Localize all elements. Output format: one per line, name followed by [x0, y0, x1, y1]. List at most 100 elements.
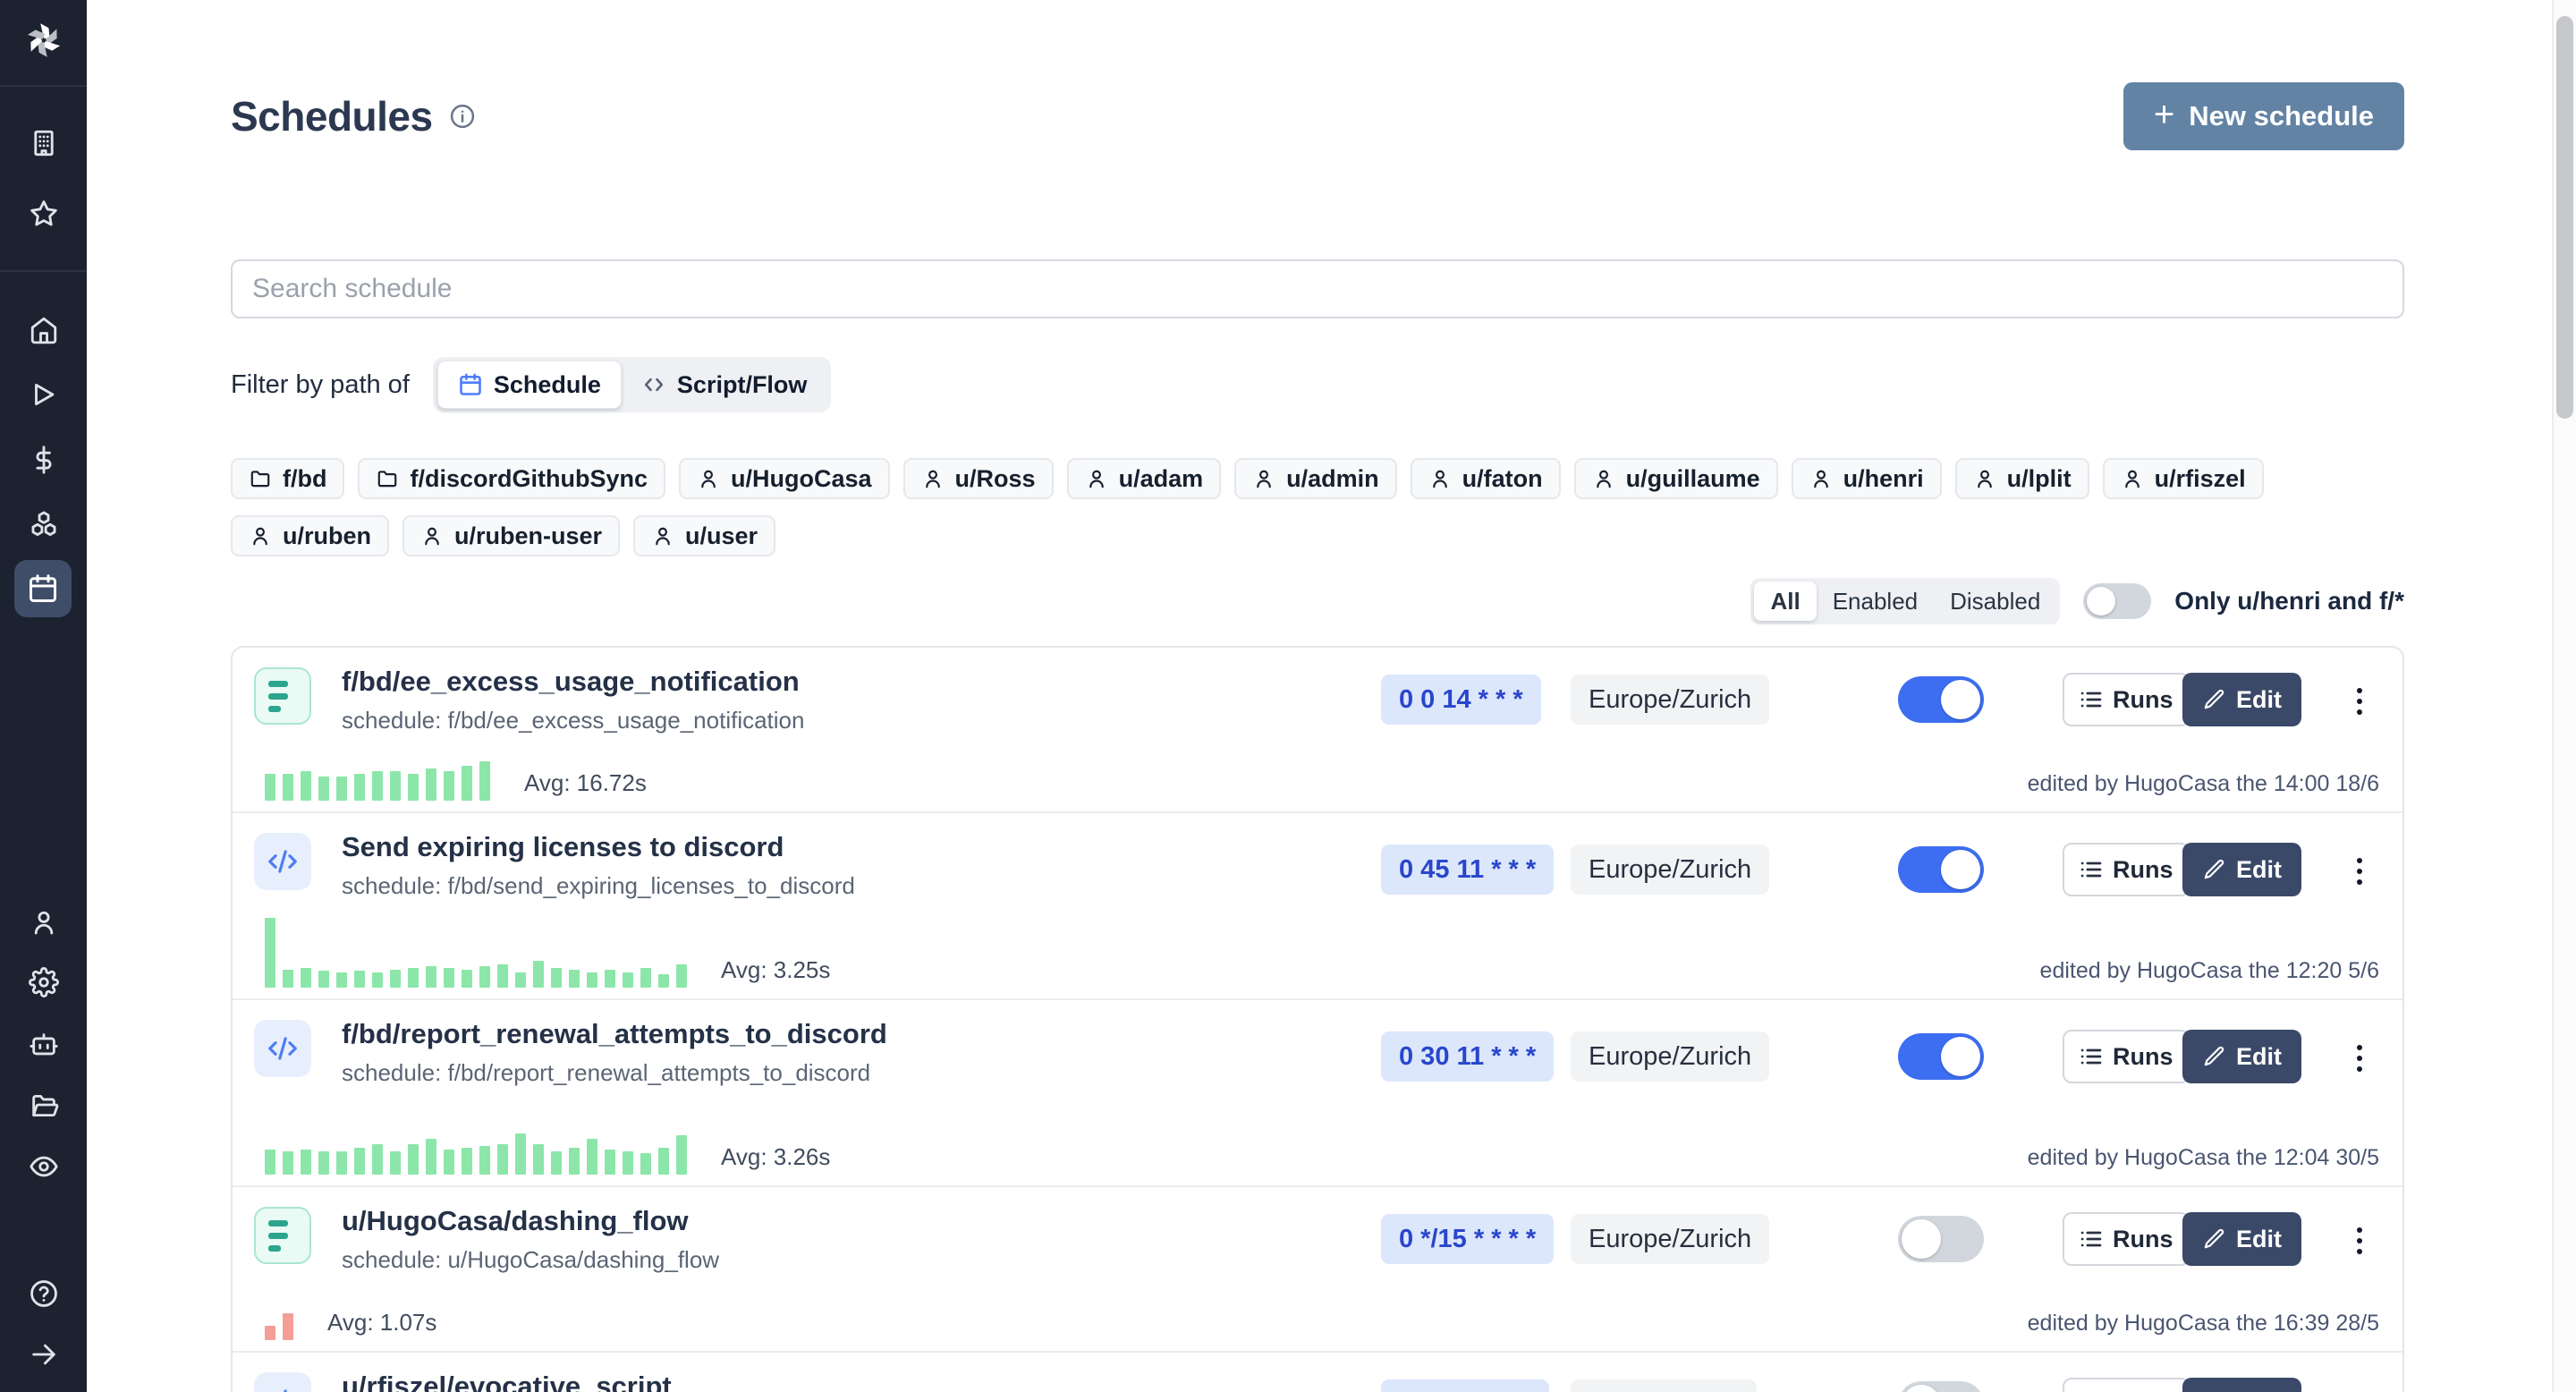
edit-button[interactable]: Edit [2182, 1378, 2301, 1392]
path-chip[interactable]: u/lplit [1955, 458, 2089, 499]
schedule-title[interactable]: Send expiring licenses to discord [342, 831, 784, 863]
enable-toggle[interactable] [1898, 846, 1984, 893]
list-icon [2079, 687, 2104, 712]
timezone-badge: Europe/Paris [1571, 1379, 1757, 1392]
pencil-icon [2202, 858, 2225, 881]
runtime-bar [587, 1139, 597, 1175]
runtime-bar [336, 972, 347, 988]
path-chip[interactable]: u/ruben [231, 515, 389, 556]
path-chip[interactable]: u/faton [1411, 458, 1561, 499]
runtime-bar [408, 1144, 419, 1175]
windmill-logo[interactable] [0, 18, 87, 63]
runtime-bar [444, 771, 454, 801]
toggle-option-schedule[interactable]: Schedule [437, 361, 622, 409]
path-chip[interactable]: f/discordGithubSync [358, 458, 665, 499]
runtime-bar [426, 768, 436, 801]
runtime-bar [265, 918, 275, 988]
status-option-all[interactable]: All [1754, 581, 1816, 621]
sidebar-divider [0, 270, 87, 272]
timezone-badge: Europe/Zurich [1571, 675, 1769, 725]
path-chip[interactable]: u/rfiszel [2103, 458, 2264, 499]
path-chip[interactable]: u/admin [1234, 458, 1397, 499]
scrollbar-thumb[interactable] [2556, 16, 2573, 419]
sidebar-item-folders[interactable] [0, 1091, 87, 1121]
runtime-bar [318, 1151, 329, 1175]
sidebar-item-audit-logs[interactable] [0, 1151, 87, 1182]
edit-button[interactable]: Edit [2182, 843, 2301, 896]
status-option-disabled[interactable]: Disabled [1934, 581, 2056, 621]
cron-badge: 0 0 14 * * * [1381, 675, 1541, 725]
runs-button[interactable]: Runs [2063, 1212, 2190, 1266]
runs-button[interactable]: Runs [2063, 1378, 2190, 1392]
filter-label: Filter by path of [231, 370, 410, 400]
runtime-bar [390, 771, 401, 801]
toggle-option-script-flow[interactable]: Script/Flow [622, 361, 827, 408]
schedule-title[interactable]: f/bd/report_renewal_attempts_to_discord [342, 1018, 887, 1050]
sidebar-item-users[interactable] [0, 907, 87, 938]
page-scrollbar[interactable] [2552, 0, 2576, 1392]
sidebar-item-home[interactable] [0, 315, 87, 345]
sidebar-item-workspace[interactable] [0, 128, 87, 158]
path-chip[interactable]: f/bd [231, 458, 344, 499]
search-input[interactable] [231, 259, 2404, 318]
only-henri-toggle[interactable] [2083, 583, 2151, 619]
user-icon [1428, 467, 1452, 490]
plus-icon: + [2154, 97, 2174, 132]
new-schedule-button[interactable]: + New schedule [2123, 82, 2404, 150]
avg-duration: Avg: 3.26s [721, 1143, 830, 1175]
filter-row: Filter by path of Schedule Script/Flow [231, 356, 2404, 413]
edit-button[interactable]: Edit [2182, 1212, 2301, 1266]
sidebar-item-favorites[interactable] [0, 199, 87, 229]
more-menu-button[interactable] [2343, 1223, 2376, 1259]
sidebar-item-workers[interactable] [0, 1030, 87, 1060]
sidebar-item-schedules-active[interactable] [14, 560, 72, 617]
runs-button[interactable]: Runs [2063, 673, 2190, 726]
schedule-title[interactable]: u/rfiszel/evocative_script [342, 1371, 672, 1392]
sidebar-item-resources[interactable] [0, 509, 87, 539]
status-option-enabled[interactable]: Enabled [1817, 581, 1934, 621]
schedule-title[interactable]: u/HugoCasa/dashing_flow [342, 1205, 689, 1237]
more-menu-button[interactable] [2343, 683, 2376, 719]
runtime-bar [605, 1150, 615, 1175]
script-icon [254, 1372, 311, 1392]
path-chip[interactable]: u/HugoCasa [679, 458, 890, 499]
path-chip[interactable]: u/adam [1067, 458, 1222, 499]
more-menu-button[interactable] [2343, 1388, 2376, 1392]
schedule-row: u/HugoCasa/dashing_flow schedule: u/Hugo… [233, 1187, 2402, 1353]
runtime-bar [658, 974, 669, 988]
schedule-title[interactable]: f/bd/ee_excess_usage_notification [342, 666, 800, 698]
path-chip[interactable]: u/ruben-user [402, 515, 620, 556]
path-chip[interactable]: u/user [633, 515, 775, 556]
runs-button[interactable]: Runs [2063, 843, 2190, 896]
sidebar-item-runs[interactable] [0, 379, 87, 410]
sidebar-collapse-button[interactable] [0, 1339, 87, 1370]
runtime-bar [426, 966, 436, 988]
calendar-icon [27, 573, 59, 605]
enable-toggle[interactable] [1898, 1381, 1984, 1392]
runs-button[interactable]: Runs [2063, 1030, 2190, 1083]
path-chip[interactable]: u/henri [1792, 458, 1942, 499]
enable-toggle[interactable] [1898, 1216, 1984, 1262]
runtime-bar [426, 1139, 436, 1175]
enable-toggle[interactable] [1898, 1033, 1984, 1080]
pencil-icon [2202, 688, 2225, 711]
path-chip[interactable]: u/guillaume [1574, 458, 1778, 499]
more-menu-button[interactable] [2343, 1040, 2376, 1076]
path-chip[interactable]: u/Ross [903, 458, 1054, 499]
sidebar-item-settings[interactable] [0, 967, 87, 997]
avg-duration: Avg: 3.25s [721, 956, 830, 988]
sidebar-item-variables[interactable] [0, 445, 87, 475]
runtime-bar [265, 1150, 275, 1175]
edit-button[interactable]: Edit [2182, 1030, 2301, 1083]
more-menu-button[interactable] [2343, 853, 2376, 889]
runtime-bar [479, 1146, 490, 1175]
sidebar-item-help[interactable] [0, 1278, 87, 1309]
list-icon [2079, 857, 2104, 882]
edit-button[interactable]: Edit [2182, 673, 2301, 726]
status-filter-group: All Enabled Disabled [1750, 578, 2060, 624]
info-icon[interactable] [449, 103, 476, 130]
runtime-bar [265, 1326, 275, 1340]
enable-toggle[interactable] [1898, 676, 1984, 723]
runtime-bar [462, 766, 472, 801]
toggle-knob [1941, 850, 1980, 889]
